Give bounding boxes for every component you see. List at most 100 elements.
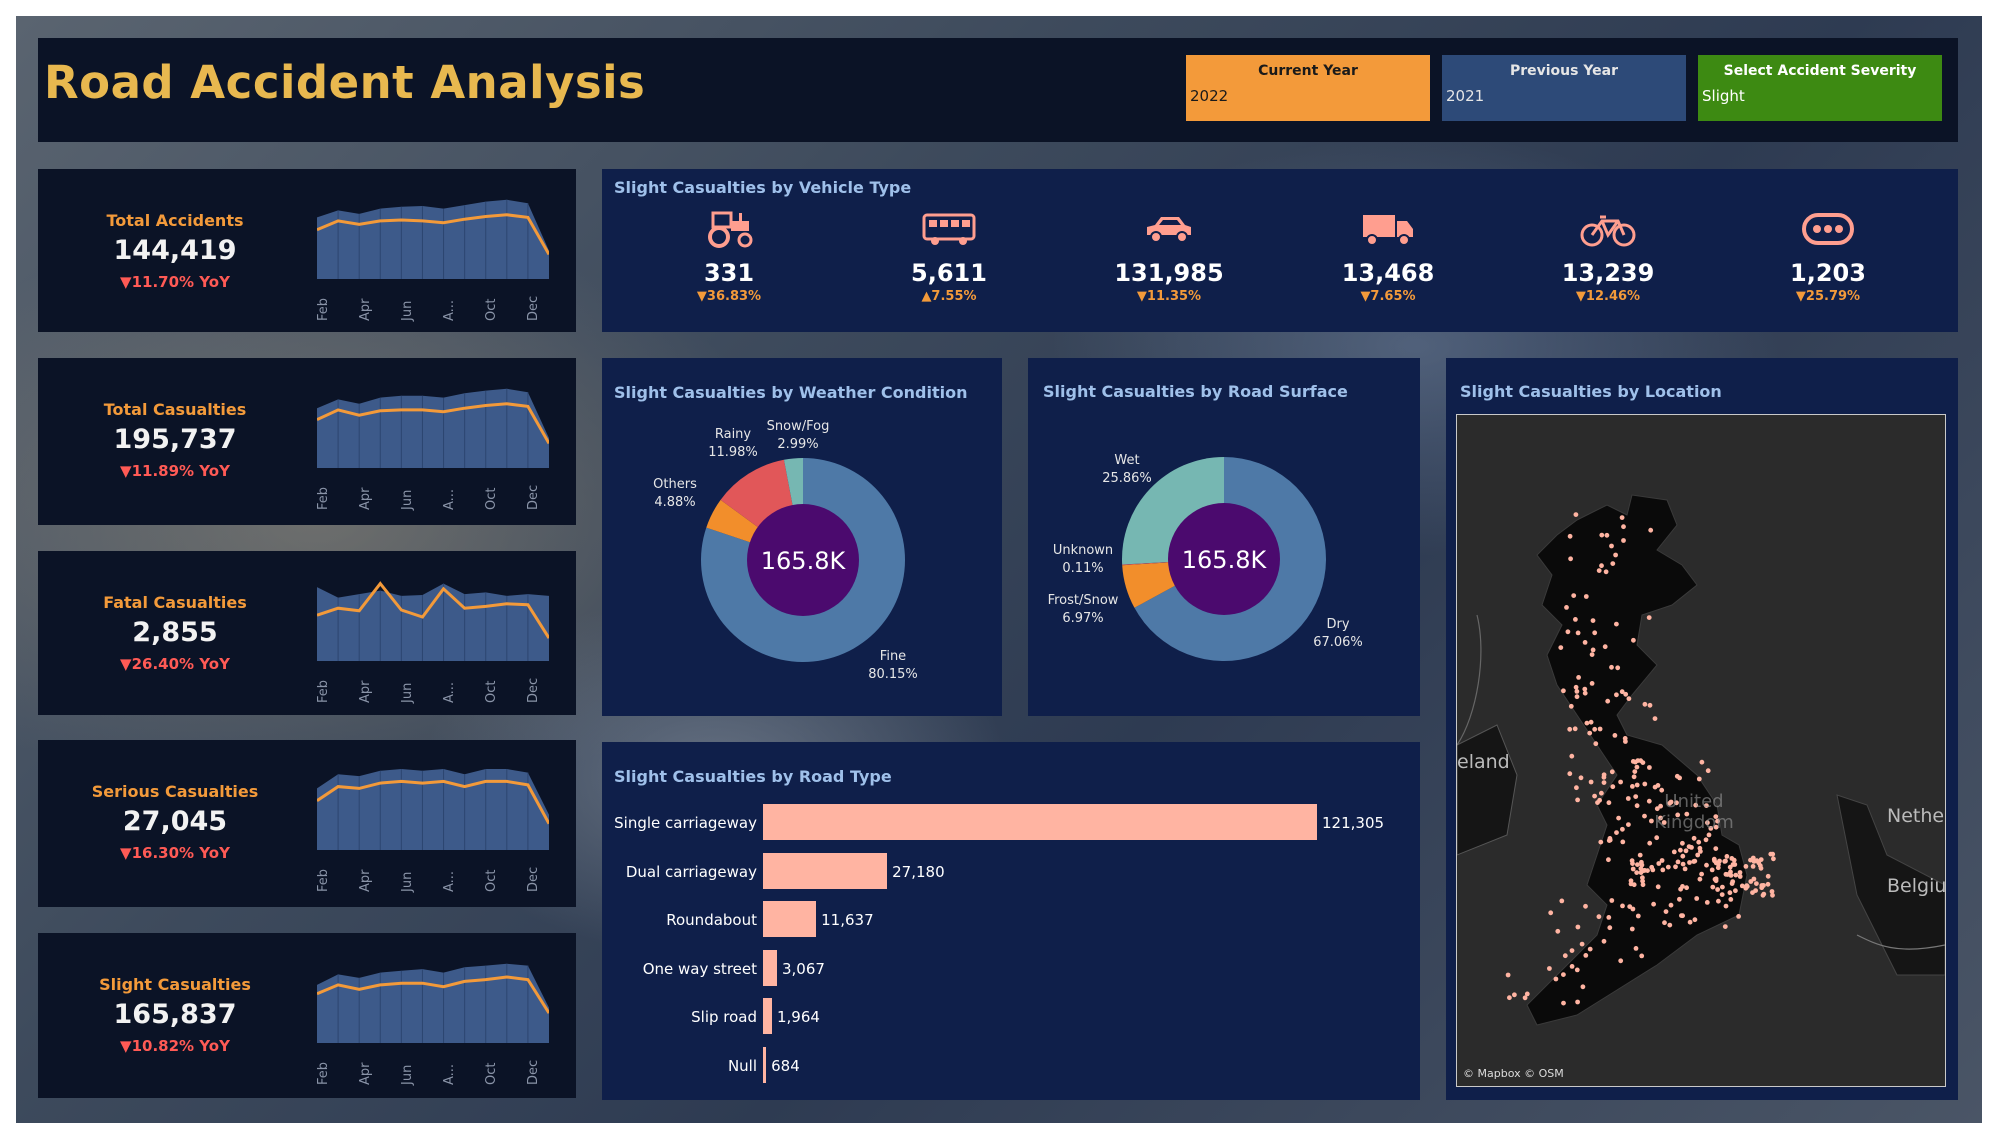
map-casualty-point bbox=[1574, 785, 1579, 791]
map-casualty-point bbox=[1569, 964, 1575, 969]
vehicle-yoy-change: ▲7.55% bbox=[921, 289, 977, 304]
map-casualty-point bbox=[1558, 645, 1564, 650]
map-casualty-point bbox=[1696, 776, 1702, 782]
uk-map[interactable]: eland United Kingdom Nethe Belgiu © Mapb… bbox=[1456, 414, 1946, 1087]
bar-road-type[interactable] bbox=[763, 901, 817, 937]
vehicle-type-item: 5,611 ▲7.55% bbox=[849, 209, 1049, 304]
map-casualty-point bbox=[1637, 852, 1643, 858]
map-casualty-point bbox=[1606, 915, 1612, 920]
map-casualty-point bbox=[1678, 847, 1683, 853]
map-casualty-point bbox=[1730, 862, 1736, 867]
map-casualty-point bbox=[1590, 618, 1596, 623]
map-casualty-point bbox=[1599, 563, 1604, 569]
map-casualty-point bbox=[1621, 524, 1626, 530]
month-tick-label: Apr bbox=[358, 298, 373, 322]
filter-value[interactable]: Slight bbox=[1702, 87, 1745, 105]
map-casualty-point bbox=[1680, 840, 1685, 846]
bar-road-type[interactable] bbox=[763, 1046, 767, 1083]
vehicle-type-item: 13,239 ▼12.46% bbox=[1508, 209, 1708, 304]
map-casualty-point bbox=[1588, 719, 1594, 725]
kpi-yoy-change: ▼10.82% YoY bbox=[120, 1037, 230, 1055]
map-casualty-point bbox=[1559, 898, 1565, 904]
map-casualty-point bbox=[1555, 928, 1561, 934]
surface-donut-center-value: 165.8K bbox=[1181, 546, 1267, 574]
map-casualty-point bbox=[1716, 898, 1721, 904]
map-casualty-point bbox=[1604, 532, 1610, 538]
map-casualty-point bbox=[1575, 924, 1581, 930]
map-casualty-point bbox=[1619, 515, 1625, 520]
accident-severity-filter[interactable]: Select Accident Severity Slight bbox=[1698, 55, 1942, 121]
month-tick-label: Apr bbox=[358, 680, 373, 704]
month-tick-label: A... bbox=[442, 299, 457, 321]
month-tick-label: Jun bbox=[400, 300, 415, 321]
map-casualty-point bbox=[1635, 862, 1640, 867]
month-tick-label: Feb bbox=[316, 1061, 331, 1085]
map-casualty-point bbox=[1626, 696, 1632, 702]
vehicle-yoy-change: ▼12.46% bbox=[1575, 289, 1641, 304]
previous-year-filter[interactable]: Previous Year 2021 bbox=[1442, 55, 1686, 121]
map-casualty-point bbox=[1632, 759, 1638, 765]
bar-category-label: Single carriageway bbox=[614, 814, 757, 832]
filter-value[interactable]: 2022 bbox=[1190, 87, 1228, 105]
map-casualty-point bbox=[1561, 688, 1566, 694]
map-casualty-point bbox=[1761, 891, 1767, 897]
bar-road-type[interactable] bbox=[763, 949, 777, 986]
map-casualty-point bbox=[1561, 1000, 1566, 1006]
map-casualty-point bbox=[1610, 784, 1616, 790]
uk-map-canvas[interactable] bbox=[1457, 415, 1945, 1086]
map-casualty-point bbox=[1662, 920, 1667, 926]
map-casualty-point bbox=[1663, 909, 1669, 914]
map-casualty-point bbox=[1697, 876, 1703, 882]
month-tick-label: Apr bbox=[358, 1062, 373, 1086]
map-casualty-point bbox=[1647, 765, 1652, 770]
location-panel-title: Slight Casualties by Location bbox=[1460, 382, 1722, 401]
filter-value[interactable]: 2021 bbox=[1446, 87, 1484, 105]
map-casualty-point bbox=[1642, 781, 1648, 787]
map-casualty-point bbox=[1601, 938, 1607, 944]
map-casualty-point bbox=[1596, 568, 1602, 573]
vehicle-type-item: 1,203 ▼25.79% bbox=[1728, 209, 1928, 304]
map-casualty-point bbox=[1691, 835, 1697, 841]
bar-road-type[interactable] bbox=[763, 852, 888, 889]
sparkline-chart bbox=[317, 581, 549, 661]
bicycle-icon bbox=[1508, 209, 1708, 253]
current-year-filter[interactable]: Current Year 2022 bbox=[1186, 55, 1430, 121]
sparkline-chart bbox=[317, 199, 549, 279]
map-casualty-point bbox=[1592, 726, 1598, 732]
map-casualty-point bbox=[1682, 866, 1688, 872]
map-casualty-point bbox=[1561, 972, 1566, 977]
map-casualty-point bbox=[1620, 826, 1625, 832]
map-casualty-point bbox=[1641, 868, 1646, 873]
map-casualty-point bbox=[1618, 958, 1624, 964]
map-casualty-point bbox=[1634, 764, 1640, 770]
donut-label-rainy: Rainy 11.98% bbox=[708, 427, 758, 460]
map-casualty-point bbox=[1627, 904, 1633, 909]
map-casualty-point bbox=[1733, 888, 1738, 894]
map-casualty-point bbox=[1630, 861, 1635, 866]
page-title: Road Accident Analysis bbox=[44, 56, 646, 109]
kpi-card: Serious Casualties 27,045 ▼16.30% YoY Feb Ap… bbox=[38, 740, 576, 907]
map-casualty-point bbox=[1696, 839, 1702, 845]
map-casualty-point bbox=[1614, 692, 1619, 698]
bar-road-type[interactable] bbox=[763, 998, 772, 1034]
bar-category-label: One way street bbox=[642, 959, 757, 978]
map-attribution[interactable]: © Mapbox © OSM bbox=[1463, 1067, 1564, 1080]
map-casualty-point bbox=[1631, 882, 1637, 888]
map-casualty-point bbox=[1567, 726, 1573, 732]
map-casualty-point bbox=[1512, 992, 1517, 998]
map-label-netherlands: Nethe bbox=[1887, 805, 1945, 827]
map-casualty-point bbox=[1596, 914, 1602, 920]
map-casualty-point bbox=[1765, 881, 1771, 887]
map-casualty-point bbox=[1631, 637, 1636, 643]
map-casualty-point bbox=[1616, 815, 1621, 821]
month-tick-label: Feb bbox=[316, 868, 331, 892]
map-casualty-point bbox=[1597, 726, 1603, 732]
map-casualty-point bbox=[1598, 839, 1604, 845]
map-casualty-point bbox=[1620, 903, 1625, 909]
bar-road-type[interactable] bbox=[763, 804, 1317, 840]
map-casualty-point bbox=[1605, 698, 1611, 704]
month-tick-label: Jun bbox=[400, 871, 415, 892]
map-casualty-point bbox=[1599, 532, 1605, 538]
map-label-uk: United Kingdom bbox=[1654, 791, 1734, 833]
month-tick-label: Dec bbox=[526, 866, 541, 892]
